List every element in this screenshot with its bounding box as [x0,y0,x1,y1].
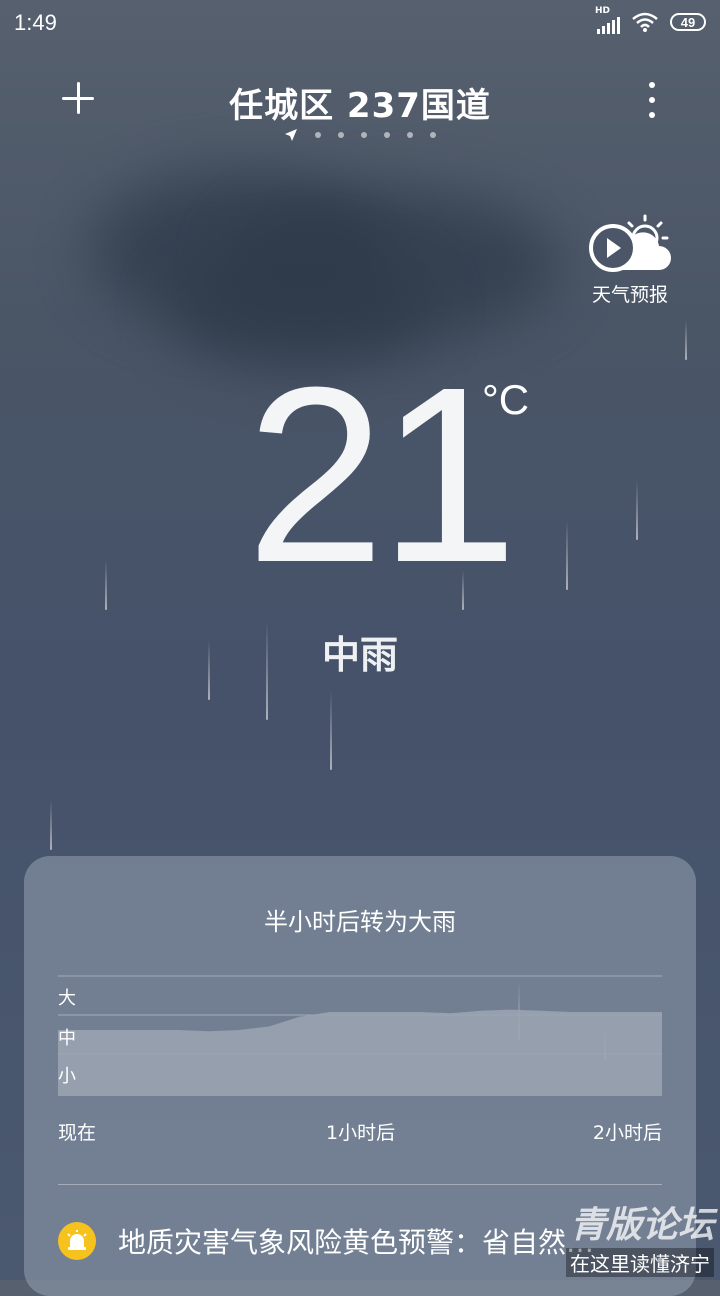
weather-condition: 中雨 [321,633,398,677]
battery-indicator: 49 [670,13,706,31]
forum-watermark: 青版论坛 在这里读懂济宁 [504,1196,714,1280]
battery-level: 49 [680,14,696,30]
time-label-2h: 2小时后 [592,1122,662,1144]
network-type-label: HD [595,6,611,16]
page-dot [384,132,390,138]
header: 任城区 237国道 [0,72,720,142]
wifi-icon [632,12,658,32]
status-bar: 1:49 HD 49 [0,0,720,48]
current-temperature: 21 [246,335,518,614]
forecast-label: 天气预报 [591,284,668,306]
time-label-1h: 1小时后 [326,1122,396,1144]
alarm-bell-icon [58,1222,96,1260]
watermark-slogan: 在这里读懂济宁 [566,1248,714,1277]
forecast-video-button[interactable]: 天气预报 [582,212,678,307]
level-moderate: 中 [58,1028,76,1049]
watermark-title: 青版论坛 [569,1205,714,1246]
page-dot [361,132,367,138]
location-arrow-icon [285,129,297,141]
level-light: 小 [58,1066,76,1087]
precipitation-summary: 半小时后转为大雨 [264,908,456,936]
play-cloud-sun-icon [589,214,671,272]
page-dot [430,132,436,138]
time-label-now: 现在 [58,1122,97,1144]
page-dot [338,132,344,138]
city-title[interactable]: 任城区 237国道 [0,78,720,127]
level-heavy: 大 [58,988,76,1009]
precipitation-area [58,1009,662,1096]
temperature-unit: °C [482,376,530,423]
signal-icon: HD [595,6,620,34]
card-divider [58,1184,662,1185]
page-dot [407,132,413,138]
more-menu-icon[interactable] [646,82,658,118]
page-dot [315,132,321,138]
precipitation-chart: 大 中 小 [58,972,662,1100]
page-indicator [0,128,720,142]
status-time: 1:49 [14,10,57,35]
